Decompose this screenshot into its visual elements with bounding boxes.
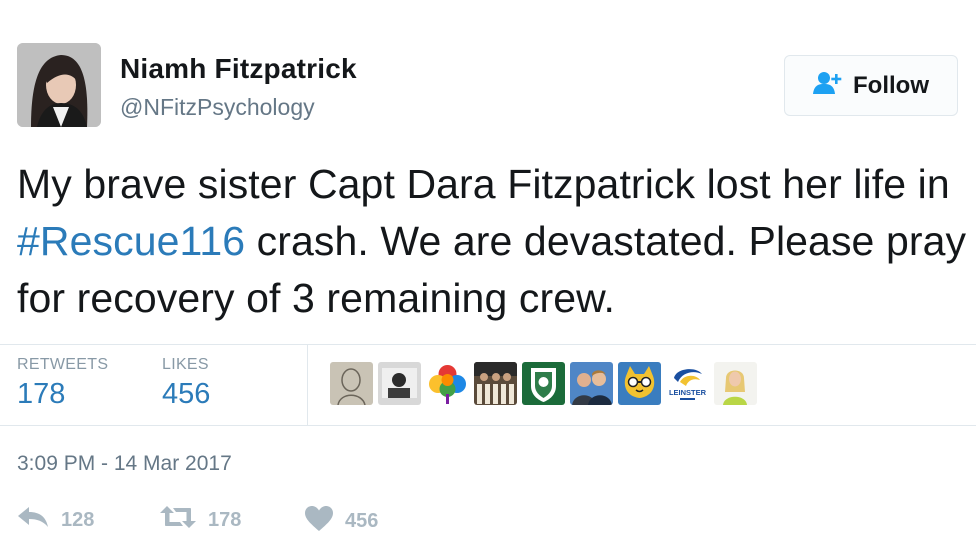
follow-button-label: Follow	[853, 71, 929, 99]
retweet-icon	[160, 506, 196, 534]
likes-label: LIKES	[162, 356, 209, 373]
heart-icon	[305, 506, 333, 537]
retweet-count: 178	[208, 508, 242, 531]
liker-avatar-leinster[interactable]: LEINSTER	[666, 362, 709, 405]
stats-top-divider	[0, 344, 976, 345]
tweet-timestamp[interactable]: 3:09 PM - 14 Mar 2017	[17, 452, 232, 476]
retweets-count: 178	[17, 378, 66, 410]
liker-avatar-photo[interactable]	[378, 362, 421, 405]
user-name[interactable]: Niamh Fitzpatrick	[120, 53, 357, 85]
liker-avatar-couple[interactable]	[570, 362, 613, 405]
retweet-button[interactable]: 178	[160, 506, 241, 534]
liker-avatar-sketch[interactable]	[330, 362, 373, 405]
liker-avatar-cat[interactable]	[618, 362, 661, 405]
liker-avatar-rainbow-shamrock[interactable]	[426, 362, 469, 405]
profile-avatar[interactable]	[17, 43, 101, 127]
liker-avatar-woman[interactable]	[714, 362, 757, 405]
liker-avatar-group[interactable]	[474, 362, 517, 405]
liker-avatars: LEINSTER	[330, 362, 757, 405]
reply-count: 128	[61, 508, 95, 531]
reply-button[interactable]: 128	[17, 506, 94, 534]
like-button[interactable]: 456	[305, 506, 378, 537]
tweet-text-part-1: My brave sister Capt Dara Fitzpatrick lo…	[17, 161, 950, 207]
likes-count: 456	[162, 378, 211, 410]
user-handle[interactable]: @NFitzPsychology	[120, 94, 315, 121]
liker-avatar-crest[interactable]	[522, 362, 565, 405]
reply-icon	[17, 506, 49, 534]
hashtag-link[interactable]: #Rescue116	[17, 218, 245, 264]
stats-bottom-divider	[0, 425, 976, 426]
follow-button[interactable]: Follow	[784, 55, 958, 116]
add-user-icon	[813, 71, 843, 100]
stats-separator	[307, 345, 308, 425]
retweets-label: RETWEETS	[17, 356, 109, 373]
tweet-text: My brave sister Capt Dara Fitzpatrick lo…	[17, 156, 972, 327]
retweets-stat[interactable]: RETWEETS 178	[17, 356, 108, 411]
likes-stat[interactable]: LIKES 456	[162, 356, 210, 411]
leinster-wordmark: LEINSTER	[669, 388, 707, 397]
like-count: 456	[345, 510, 379, 532]
